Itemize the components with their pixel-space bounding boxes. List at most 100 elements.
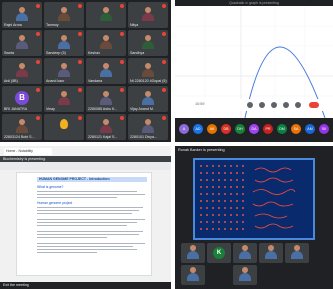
grid-dot xyxy=(218,200,220,202)
participant-avatar[interactable]: SK xyxy=(319,124,329,134)
participant-avatar[interactable]: SA xyxy=(291,124,301,134)
grid-dot xyxy=(224,207,226,209)
participant-tile[interactable]: 2280101 Divya... xyxy=(128,114,168,140)
grid-dot xyxy=(206,193,208,195)
mic-icon[interactable] xyxy=(247,102,253,108)
participant-video xyxy=(57,90,71,105)
presenter-title: Ronak Banker is presenting xyxy=(178,148,225,152)
participant-avatar[interactable]: AK xyxy=(207,124,217,134)
participant-tile[interactable]: Rajni Arora xyxy=(2,2,42,28)
participant-avatar[interactable]: A xyxy=(179,124,189,134)
participant-tile[interactable]: 22803124 Bobi S... xyxy=(2,114,42,140)
participant-tile[interactable]: 2280121 Kajal S... xyxy=(86,114,126,140)
grid-dot xyxy=(236,228,238,230)
participant-video xyxy=(186,245,200,259)
grid-dot xyxy=(224,179,226,181)
participant-tile[interactable] xyxy=(86,2,126,28)
participant-avatar[interactable]: DH xyxy=(235,124,245,134)
grid-dot xyxy=(230,186,232,188)
text-line xyxy=(37,219,145,221)
grid-dot xyxy=(230,172,232,174)
end-call-icon[interactable] xyxy=(309,102,319,108)
grid-dot xyxy=(218,165,220,167)
participant-name: Nt 2280120 4Gopal (5) xyxy=(130,79,167,83)
more-icon[interactable] xyxy=(295,102,301,108)
participant-tile[interactable]: Sweta xyxy=(2,30,42,56)
participant-video xyxy=(15,6,29,21)
participant-tile[interactable]: K xyxy=(207,243,231,263)
grid-dot xyxy=(218,172,220,174)
participant-tile[interactable] xyxy=(259,243,283,263)
grid-dot xyxy=(212,207,214,209)
grid-dot xyxy=(236,179,238,181)
grid-dot xyxy=(242,214,244,216)
participant-name: Tanmoy xyxy=(46,23,59,27)
text-line xyxy=(37,246,133,248)
participant-tile[interactable] xyxy=(285,243,309,263)
document-title: HUMAN GENOME PROJECT - Introduction xyxy=(37,177,147,182)
graph-presentation-panel: Quadratic x² graph is presenting 10:59 A… xyxy=(175,0,333,142)
participant-tile[interactable]: B BRI JANATRA xyxy=(2,86,42,112)
participant-video xyxy=(57,6,71,21)
mic-off-icon xyxy=(120,88,124,92)
participant-name: Vinay xyxy=(46,107,55,111)
participant-avatar[interactable]: DB xyxy=(221,124,231,134)
camera-icon[interactable] xyxy=(259,102,265,108)
browser-tab[interactable]: Home - Notability xyxy=(4,148,52,155)
participant-tile[interactable]: Vijay Anand M. xyxy=(128,86,168,112)
grid-dot xyxy=(212,200,214,202)
grid-dot xyxy=(212,214,214,216)
grid-dot xyxy=(224,193,226,195)
participant-tile[interactable]: Tanmoy xyxy=(44,2,84,28)
participant-tile[interactable] xyxy=(181,243,205,263)
grid-dot xyxy=(200,207,202,209)
captions-icon[interactable] xyxy=(271,102,277,108)
participant-video xyxy=(57,34,71,49)
participant-tile[interactable] xyxy=(181,265,205,285)
text-line xyxy=(37,234,139,236)
participant-avatar[interactable]: DM xyxy=(277,124,287,134)
text-line xyxy=(37,194,145,196)
mic-off-icon xyxy=(78,116,82,120)
participant-video xyxy=(264,245,278,259)
participant-video xyxy=(57,62,71,77)
present-icon[interactable] xyxy=(283,102,289,108)
participant-name: BRI JANATRA xyxy=(4,107,28,111)
participant-avatar[interactable]: DA xyxy=(249,124,259,134)
presenter-title: Quadratic x² graph is presenting xyxy=(229,1,279,5)
meeting-controls: 10:59 xyxy=(191,99,333,111)
participant-avatar[interactable]: AD xyxy=(193,124,203,134)
participant-tile[interactable]: Sandeep (5) xyxy=(44,30,84,56)
participant-tile[interactable] xyxy=(233,265,257,285)
mic-off-icon xyxy=(36,116,40,120)
grid-dot xyxy=(200,221,202,223)
participant-name: 2280085 Ashu K... xyxy=(88,107,118,111)
participant-tile[interactable]: Nt 2280120 4Gopal (5) xyxy=(128,58,168,84)
participant-tile[interactable] xyxy=(233,243,257,263)
participant-tile[interactable]: Keshav xyxy=(86,30,126,56)
participant-tile[interactable]: Anand kaur xyxy=(44,58,84,84)
participant-tile[interactable]: Vandana xyxy=(86,58,126,84)
grid-dot xyxy=(224,228,226,230)
grid-dot xyxy=(242,207,244,209)
text-line xyxy=(37,191,137,193)
participant-video xyxy=(141,118,155,133)
participant-tile[interactable]: Nitya xyxy=(128,2,168,28)
participant-video xyxy=(99,118,113,133)
participant-strip: K xyxy=(181,243,327,287)
mic-off-icon xyxy=(78,88,82,92)
participant-tile[interactable]: Anil (5B) xyxy=(2,58,42,84)
grid-dot xyxy=(206,228,208,230)
participant-tile[interactable] xyxy=(44,114,84,140)
grid-dot xyxy=(230,228,232,230)
exit-meeting-label[interactable]: Exit the meeting xyxy=(3,283,29,287)
mic-off-icon xyxy=(162,60,166,64)
participant-avatar[interactable]: AM xyxy=(305,124,315,134)
participant-avatar[interactable]: PR xyxy=(263,124,273,134)
grid-dot xyxy=(236,165,238,167)
participant-tile[interactable]: Vinay xyxy=(44,86,84,112)
participant-tile[interactable]: Sandhya xyxy=(128,30,168,56)
text-line xyxy=(37,213,132,215)
participant-tile[interactable]: 2280085 Ashu K... xyxy=(86,86,126,112)
text-line xyxy=(37,210,139,212)
